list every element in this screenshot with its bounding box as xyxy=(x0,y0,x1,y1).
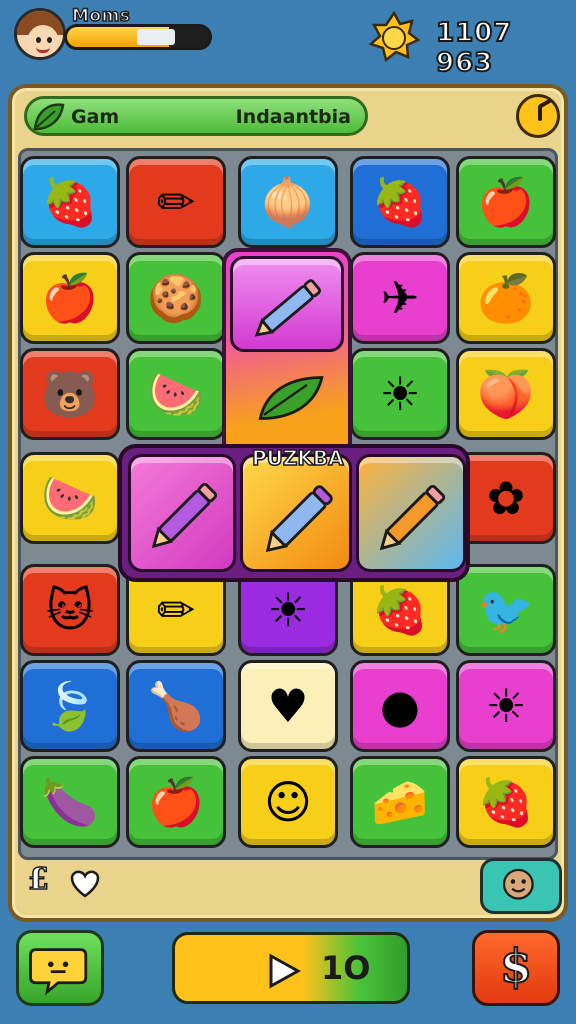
grid-tile[interactable]: 🍎 xyxy=(20,252,120,344)
play-icon xyxy=(269,953,301,989)
grid-tile[interactable]: ☺ xyxy=(238,756,338,848)
star-badge-icon[interactable] xyxy=(368,10,420,62)
play-button[interactable]: 1O xyxy=(172,932,410,1004)
combo-column[interactable] xyxy=(222,248,352,458)
xp-progress-bar xyxy=(64,24,212,50)
friend-button[interactable] xyxy=(480,858,562,914)
sun-icon: ☀ xyxy=(485,679,527,733)
grid-tile[interactable]: ✈ xyxy=(350,252,450,344)
raspberry-icon: 🍓 xyxy=(41,174,99,229)
level-left-label: Gam xyxy=(71,106,120,128)
grid-tile[interactable]: 🍓 xyxy=(350,156,450,248)
level-bar: Gam Indaantbia xyxy=(24,96,368,136)
chicken-icon: 🍗 xyxy=(147,678,205,733)
pen-icon: ✏ xyxy=(156,175,196,229)
flower-icon: ✿ xyxy=(486,471,526,525)
grid-tile[interactable]: 🍉 xyxy=(126,348,226,440)
grid-tile[interactable]: ✏ xyxy=(126,156,226,248)
eggplant-icon: 🍆 xyxy=(41,774,99,829)
bird-icon: 🐦 xyxy=(477,582,535,637)
combo-tile-center[interactable] xyxy=(240,454,352,572)
friend-face-icon xyxy=(502,868,534,900)
shop-button[interactable]: $ xyxy=(472,930,560,1006)
hud: Moms 1107 963 xyxy=(0,0,576,79)
grid-tile[interactable]: 🧀 xyxy=(350,756,450,848)
score-display: 1107 963 xyxy=(435,17,513,79)
grid-tile[interactable]: ♥ xyxy=(238,660,338,752)
strawberry-icon: 🍓 xyxy=(371,174,429,229)
strawberry-icon: 🍓 xyxy=(477,774,535,829)
watermelon-icon: 🍉 xyxy=(147,366,205,421)
dollar-icon: $ xyxy=(499,938,533,994)
leaf-combo-icon xyxy=(258,376,324,420)
leaf-icon: 🍃 xyxy=(41,678,99,733)
bear-icon: 🐻 xyxy=(41,366,99,421)
grid-tile[interactable]: 🐦 xyxy=(456,564,556,656)
player-avatar[interactable] xyxy=(14,8,66,60)
grid-tile[interactable]: 🍊 xyxy=(456,252,556,344)
grid-tile[interactable]: ✿ xyxy=(456,452,556,544)
grid-tile[interactable]: ● xyxy=(350,660,450,752)
orange-icon: 🍊 xyxy=(477,270,535,325)
timer-icon[interactable] xyxy=(516,94,560,138)
combo-tile-top[interactable] xyxy=(230,256,344,352)
grid-tile[interactable]: 🍓 xyxy=(456,756,556,848)
grid-tile[interactable]: 🍃 xyxy=(20,660,120,752)
pencil-icon xyxy=(151,482,218,549)
combo-tile-left[interactable] xyxy=(128,454,236,572)
grid-tile[interactable]: 🧅 xyxy=(238,156,338,248)
cookie-icon: 🍪 xyxy=(147,270,205,325)
onion-icon: 🧅 xyxy=(259,174,317,229)
chat-button[interactable] xyxy=(16,930,104,1006)
grid-tile[interactable]: ☀ xyxy=(456,660,556,752)
pencil-icon xyxy=(254,279,322,337)
peach-icon: 🍑 xyxy=(477,366,535,421)
leaf-icon xyxy=(33,103,65,131)
paper-plane-icon: ✈ xyxy=(380,271,420,325)
combo-label: PUZKBA xyxy=(251,445,344,471)
apple-icon: 🍎 xyxy=(147,774,205,829)
grid-tile[interactable]: 🍓 xyxy=(20,156,120,248)
combo-tile-right[interactable] xyxy=(356,454,466,572)
chat-bubble-icon xyxy=(29,948,88,996)
grid-tile[interactable]: 🍪 xyxy=(126,252,226,344)
apple-icon: 🍎 xyxy=(477,174,535,229)
pencil-icon xyxy=(379,484,446,551)
panel-footer: £ xyxy=(12,858,572,914)
cheese-icon: 🧀 xyxy=(371,774,429,829)
heart-icon xyxy=(70,870,100,898)
grid-tile[interactable]: 🍉 xyxy=(20,452,120,544)
currency-icon: £ xyxy=(27,861,49,898)
grid-tile[interactable]: 🍎 xyxy=(126,756,226,848)
grid-tile[interactable]: 🍆 xyxy=(20,756,120,848)
grid-tile[interactable]: 🐻 xyxy=(20,348,120,440)
watermelon-icon: 🍉 xyxy=(41,470,99,525)
grid-tile[interactable]: 🐱 xyxy=(20,564,120,656)
grid-tile[interactable]: 🍑 xyxy=(456,348,556,440)
level-title: Indaantbia xyxy=(235,106,351,128)
grid-tile[interactable]: 🍗 xyxy=(126,660,226,752)
player-name: Moms xyxy=(71,5,131,27)
heart-icon: ♥ xyxy=(267,679,309,733)
grid-tile[interactable]: ☀ xyxy=(350,348,450,440)
sun-icon: ☀ xyxy=(379,367,421,421)
pencil-icon xyxy=(265,485,333,553)
green-blob-icon: ☺ xyxy=(264,775,312,829)
apple-icon: 🍎 xyxy=(41,270,99,325)
cat-icon: 🐱 xyxy=(46,583,94,637)
play-count: 1O xyxy=(321,949,371,987)
blueberry-icon: ● xyxy=(379,679,421,733)
grid-tile[interactable]: 🍎 xyxy=(456,156,556,248)
